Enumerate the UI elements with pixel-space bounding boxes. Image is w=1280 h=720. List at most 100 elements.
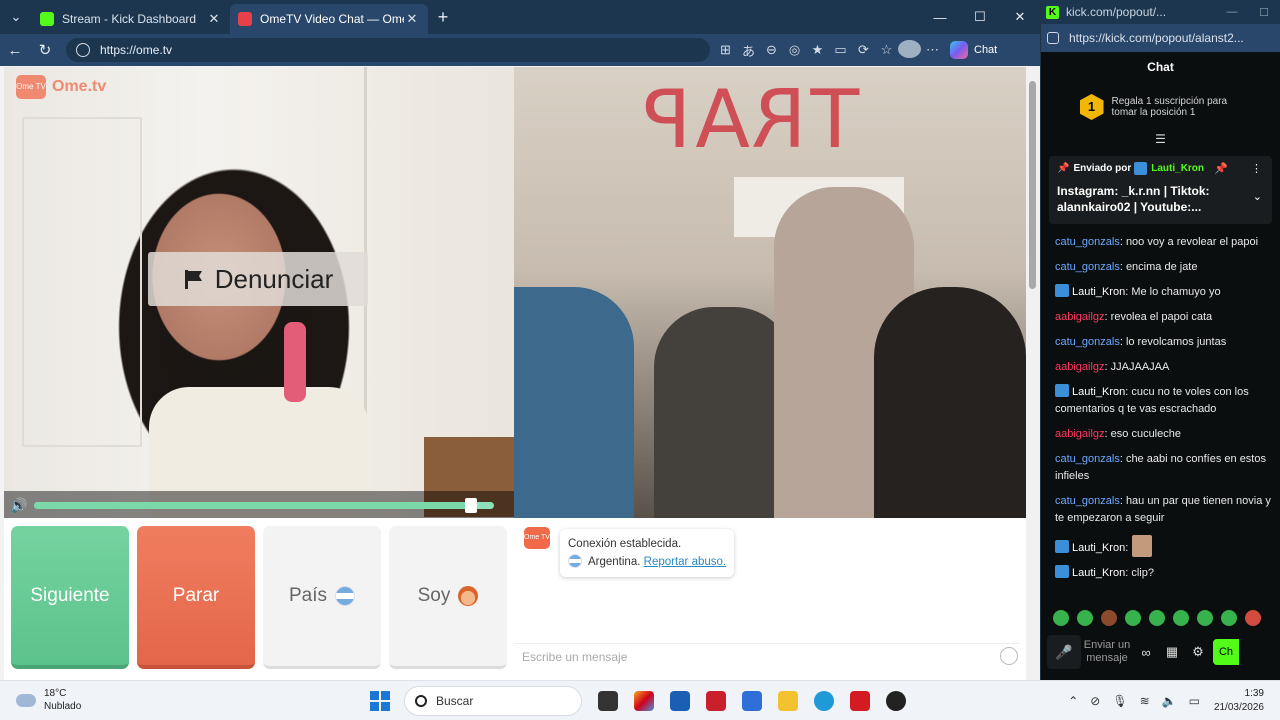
kick-address-bar[interactable]: https://kick.com/popout/alanst2... [1041, 24, 1280, 52]
site-info-icon[interactable] [1047, 32, 1059, 44]
chat-text: : noo voy a revolear el papoi [1119, 236, 1259, 248]
send-chat-button[interactable]: Ch [1213, 639, 1239, 665]
volume-knob[interactable] [465, 497, 477, 513]
task-view-icon[interactable] [598, 691, 618, 711]
outlook-icon[interactable] [742, 691, 762, 711]
close-window-icon[interactable]: ✕ [1000, 0, 1040, 34]
edge-icon[interactable] [814, 691, 834, 711]
chat-username[interactable]: Lauti_Kron [1072, 386, 1125, 398]
microphone-icon[interactable]: 🎤 [1047, 635, 1081, 669]
mcafee-icon[interactable] [706, 691, 726, 711]
minimize-icon[interactable]: — [920, 0, 960, 34]
translate-icon[interactable]: あ [737, 41, 760, 60]
apps-icon[interactable]: ⊞ [714, 42, 737, 58]
pinned-message: 📌 Enviado por Lauti_Kron 📌 ⋮ ⌄ Instagram… [1049, 156, 1272, 224]
taskbar-apps: Buscar [370, 685, 906, 717]
chevron-up-icon[interactable]: ⌃ [1068, 694, 1078, 708]
chevron-down-icon[interactable]: ⌄ [1253, 190, 1262, 203]
settings-gear-icon[interactable]: ⚙ [1185, 644, 1211, 660]
battery-icon[interactable]: ▭ [1189, 694, 1200, 708]
emote-icon[interactable] [1173, 610, 1189, 626]
favorites-icon[interactable]: ☆ [875, 42, 898, 58]
store-icon[interactable]: ▦ [1159, 644, 1185, 660]
page-scrollbar[interactable] [1026, 67, 1040, 680]
back-icon[interactable]: ← [0, 42, 30, 59]
tab-actions-menu[interactable]: ⌄ [0, 0, 32, 34]
taskbar-search[interactable]: Buscar [404, 686, 582, 716]
emote-row [1053, 610, 1269, 626]
scrollbar-thumb[interactable] [1029, 81, 1036, 289]
chat-username[interactable]: Lauti_Kron [1072, 286, 1125, 298]
l-app-icon[interactable] [850, 691, 870, 711]
extensions-puzzle-icon[interactable]: ⟳ [852, 42, 875, 58]
close-tab-icon[interactable]: ✕ [404, 11, 420, 27]
weather-widget[interactable]: 18°C Nublado [16, 687, 81, 713]
obs-icon[interactable] [886, 691, 906, 711]
tab-kick-dashboard[interactable]: Stream - Kick Dashboard ✕ [32, 4, 230, 34]
report-button[interactable]: Denunciar [148, 252, 368, 306]
file-explorer-icon[interactable] [778, 691, 798, 711]
chat-username[interactable]: catu_gonzals [1055, 495, 1120, 507]
chat-username[interactable]: aabigailgz [1055, 428, 1105, 440]
message-input[interactable]: Escribe un mensaje [514, 643, 1020, 669]
copilot-app-icon[interactable] [634, 691, 654, 711]
more-options-icon[interactable]: ⋮ [1251, 162, 1262, 175]
sub-leaderboard[interactable]: 1 Regala 1 suscripción para tomar la pos… [1041, 82, 1280, 132]
chat-username[interactable]: catu_gonzals [1055, 336, 1120, 348]
copilot-chat-button[interactable]: Chat [950, 41, 997, 59]
tab-ometv[interactable]: OmeTV Video Chat — Omegl ✕ [230, 4, 428, 34]
clock[interactable]: 1:39 21/03/2026 [1214, 687, 1264, 715]
video-icon[interactable]: ▭ [829, 42, 852, 58]
extension-icon[interactable]: ◎ [783, 42, 806, 58]
minimize-icon[interactable]: — [1216, 6, 1248, 19]
close-tab-icon[interactable]: ✕ [206, 11, 222, 27]
volume-icon[interactable]: 🔈 [1162, 694, 1177, 708]
report-abuse-link[interactable]: Reportar abuso. [644, 556, 726, 568]
chat-username[interactable]: catu_gonzals [1055, 453, 1120, 465]
send-message-input[interactable]: Enviar un mensaje [1081, 639, 1133, 665]
chat-username[interactable]: catu_gonzals [1055, 236, 1120, 248]
maximize-icon[interactable]: ☐ [1248, 6, 1280, 19]
stop-button[interactable]: Parar [137, 526, 255, 669]
volume-slider[interactable] [34, 497, 494, 513]
store-app-icon[interactable] [670, 691, 690, 711]
emote-icon[interactable] [1053, 610, 1069, 626]
emote-icon[interactable] [1221, 610, 1237, 626]
mic-icon[interactable]: 🎙 [1112, 694, 1127, 708]
network-off-icon[interactable]: ⊘ [1090, 694, 1100, 708]
emoji-icon[interactable] [1000, 647, 1018, 665]
chat-username[interactable]: Lauti_Kron [1072, 542, 1125, 554]
emote-icon[interactable] [1125, 610, 1141, 626]
emote-icon[interactable] [1149, 610, 1165, 626]
gender-button[interactable]: Soy [389, 526, 507, 669]
favorite-star-icon[interactable]: ★ [806, 42, 829, 58]
zoom-icon[interactable]: ⊖ [760, 42, 783, 58]
refresh-icon[interactable]: ↻ [30, 41, 60, 59]
maximize-icon[interactable]: ☐ [960, 0, 1000, 34]
tab-label: OmeTV Video Chat — Omegl [260, 12, 404, 26]
emote-icon[interactable] [1101, 610, 1117, 626]
next-button[interactable]: Siguiente [11, 526, 129, 669]
chat-username[interactable]: aabigailgz [1055, 311, 1105, 323]
emote-icon[interactable] [1245, 610, 1261, 626]
filter-icon[interactable]: ☰ [1041, 132, 1280, 152]
chat-username[interactable]: Lauti_Kron [1072, 567, 1125, 579]
user-badge-icon [1055, 284, 1069, 297]
profile-icon[interactable] [898, 39, 921, 61]
chat-username[interactable]: catu_gonzals [1055, 261, 1120, 273]
speaker-icon[interactable]: 🔊 [4, 497, 34, 514]
emote-icon[interactable] [1197, 610, 1213, 626]
emote-icon[interactable] [1077, 610, 1093, 626]
flag-icon [184, 270, 202, 289]
country-button[interactable]: País [263, 526, 381, 669]
unpin-icon[interactable]: 📌 [1214, 162, 1228, 175]
chat-username[interactable]: aabigailgz [1055, 361, 1105, 373]
emote-picker-icon[interactable]: ∞ [1133, 645, 1159, 660]
site-info-icon[interactable] [76, 43, 90, 57]
wifi-icon[interactable]: ≋ [1140, 694, 1150, 708]
pinned-user[interactable]: Lauti_Kron [1151, 163, 1204, 174]
address-bar[interactable]: https://ome.tv [66, 38, 710, 62]
new-tab-button[interactable]: + [428, 7, 458, 28]
more-menu-icon[interactable]: ⋯ [921, 42, 944, 58]
start-windows-icon[interactable] [370, 691, 390, 711]
